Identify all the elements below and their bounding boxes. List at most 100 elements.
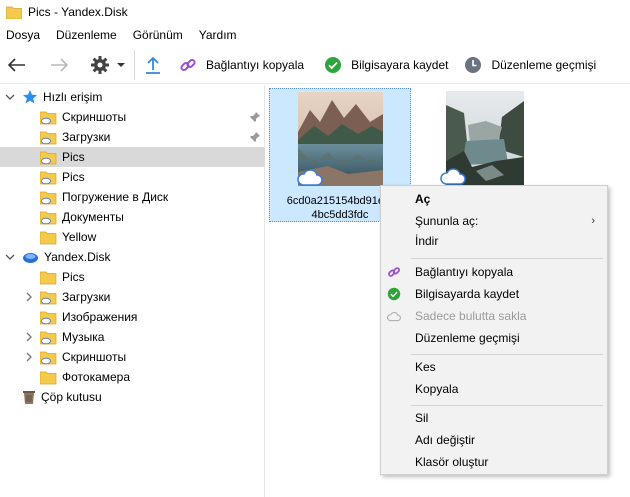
tree-label: Загрузки: [62, 130, 111, 144]
tree-item-documents[interactable]: Документы: [0, 207, 265, 227]
chevron-down-icon[interactable]: [5, 252, 15, 262]
upload-button[interactable]: [145, 50, 167, 80]
toolbar-divider: [134, 49, 135, 80]
tree-label: Загрузки: [62, 290, 111, 304]
chevron-right-icon[interactable]: [24, 352, 34, 362]
tree-trash[interactable]: Çöp kutusu: [0, 387, 265, 407]
tree-label: Pics: [62, 150, 85, 164]
menu-separator: [411, 405, 603, 406]
tree-label: Yandex.Disk: [44, 250, 111, 264]
cloud-folder-icon: [40, 211, 57, 224]
chevron-right-icon[interactable]: [24, 332, 34, 342]
tree-disk-downloads[interactable]: Загрузки: [0, 287, 265, 307]
link-icon: [180, 58, 196, 71]
tree-yandex-disk[interactable]: Yandex.Disk: [0, 247, 265, 267]
edit-history-button[interactable]: Düzenleme geçmişi: [464, 50, 596, 80]
pin-icon[interactable]: [249, 131, 261, 143]
arrow-left-icon: [8, 57, 25, 72]
cloud-icon: [440, 168, 466, 185]
gear-icon: [91, 55, 109, 74]
copy-link-label: Bağlantıyı kopyala: [206, 57, 305, 72]
tree-disk-screenshots[interactable]: Скриншоты: [0, 347, 265, 367]
clock-icon: [465, 56, 482, 73]
cloud-icon: [387, 309, 401, 323]
cloud-icon: [297, 169, 323, 186]
star-icon: [23, 90, 37, 104]
tree-disk-pics[interactable]: Pics: [0, 267, 265, 287]
menu-separator: [411, 354, 603, 355]
title-bar: Pics - Yandex.Disk: [0, 0, 630, 24]
ctx-edit-history[interactable]: Düzenleme geçmişi: [381, 327, 607, 349]
chevron-right-icon[interactable]: [24, 292, 34, 302]
ctx-cloud-only-label: Sadece bulutta sakla: [415, 309, 527, 323]
ctx-new-folder[interactable]: Klasör oluştur: [381, 451, 607, 473]
ctx-edit-history-label: Düzenleme geçmişi: [415, 331, 520, 345]
save-to-pc-label: Bilgisayara kaydet: [351, 57, 449, 72]
cloud-folder-icon: [40, 331, 57, 344]
tree-quick-access[interactable]: Hızlı erişim: [0, 87, 265, 107]
ctx-delete[interactable]: Sil: [381, 407, 607, 429]
back-button[interactable]: [8, 50, 30, 80]
ctx-delete-label: Sil: [415, 411, 429, 425]
ctx-open[interactable]: Aç: [381, 188, 607, 210]
menu-help[interactable]: Yardım: [199, 28, 237, 42]
ctx-save-to-pc-label: Bilgisayarda kaydet: [415, 287, 520, 301]
tree-item-pics[interactable]: Pics: [0, 167, 265, 187]
cloud-folder-icon: [40, 131, 57, 144]
ctx-copy[interactable]: Kopyala: [381, 378, 607, 400]
navigation-tree: Hızlı erişim Скриншоты Загрузки Pics Pic…: [0, 85, 265, 497]
ctx-download-label: İndir: [415, 234, 439, 248]
menu-view[interactable]: Görünüm: [133, 28, 183, 42]
tree-item-yellow[interactable]: Yellow: [0, 227, 265, 247]
ctx-copy-label: Kopyala: [415, 382, 459, 396]
copy-link-button[interactable]: Bağlantıyı kopyala: [179, 50, 304, 80]
window-title: Pics - Yandex.Disk: [28, 5, 128, 19]
ctx-rename-label: Adı değiştir: [415, 433, 476, 447]
yandex-disk-icon: [23, 252, 38, 263]
link-icon: [387, 265, 401, 279]
tree-disk-camera[interactable]: Фотокамера: [0, 367, 265, 387]
chevron-down-icon: [117, 62, 125, 67]
ctx-copy-link[interactable]: Bağlantıyı kopyala: [381, 261, 607, 283]
tree-item-pics-selected[interactable]: Pics: [0, 147, 265, 167]
folder-icon: [40, 231, 57, 244]
ctx-save-to-pc[interactable]: Bilgisayarda kaydet: [381, 283, 607, 305]
cloud-folder-icon: [40, 291, 57, 304]
tree-item-screenshots[interactable]: Скриншоты: [0, 107, 265, 127]
ctx-download[interactable]: İndir: [381, 230, 607, 252]
folder-icon: [40, 371, 57, 384]
cloud-folder-icon: [40, 191, 57, 204]
tree-disk-music[interactable]: Музыка: [0, 327, 265, 347]
tree-label: Çöp kutusu: [41, 390, 102, 404]
ctx-cloud-only: Sadece bulutta sakla: [381, 305, 607, 327]
tree-label: Скриншоты: [62, 350, 127, 364]
ctx-rename[interactable]: Adı değiştir: [381, 429, 607, 451]
trash-icon: [23, 391, 35, 404]
forward-button[interactable]: [50, 50, 72, 80]
chevron-down-icon[interactable]: [5, 92, 15, 102]
cloud-folder-icon: [40, 171, 57, 184]
settings-button[interactable]: [90, 50, 126, 80]
tree-label: Фотокамера: [62, 370, 131, 384]
tree-label: Музыка: [62, 330, 105, 344]
chevron-right-icon: ›: [591, 215, 595, 227]
tree-item-downloads[interactable]: Загрузки: [0, 127, 265, 147]
tree-label: Pics: [62, 270, 85, 284]
ctx-open-with-label: Şununla aç:: [415, 214, 479, 228]
ctx-cut[interactable]: Kes: [381, 356, 607, 378]
pin-icon[interactable]: [249, 111, 261, 123]
toolbar: Bağlantıyı kopyala Bilgisayara kaydet Dü…: [0, 46, 630, 84]
menu-file[interactable]: Dosya: [6, 28, 40, 42]
ctx-open-with[interactable]: Şununla aç: ›: [381, 210, 607, 232]
menu-edit[interactable]: Düzenleme: [56, 28, 117, 42]
cloud-folder-icon: [40, 151, 57, 164]
cloud-folder-icon: [40, 111, 57, 124]
menu-separator: [411, 258, 603, 259]
tree-label: Документы: [62, 210, 124, 224]
ctx-new-folder-label: Klasör oluştur: [415, 455, 489, 469]
save-to-pc-button[interactable]: Bilgisayara kaydet: [324, 50, 448, 80]
tree-disk-images[interactable]: Изображения: [0, 307, 265, 327]
tree-item-disk-immersion[interactable]: Погружение в Диск: [0, 187, 265, 207]
folder-icon: [40, 271, 57, 284]
folder-icon: [6, 6, 22, 19]
